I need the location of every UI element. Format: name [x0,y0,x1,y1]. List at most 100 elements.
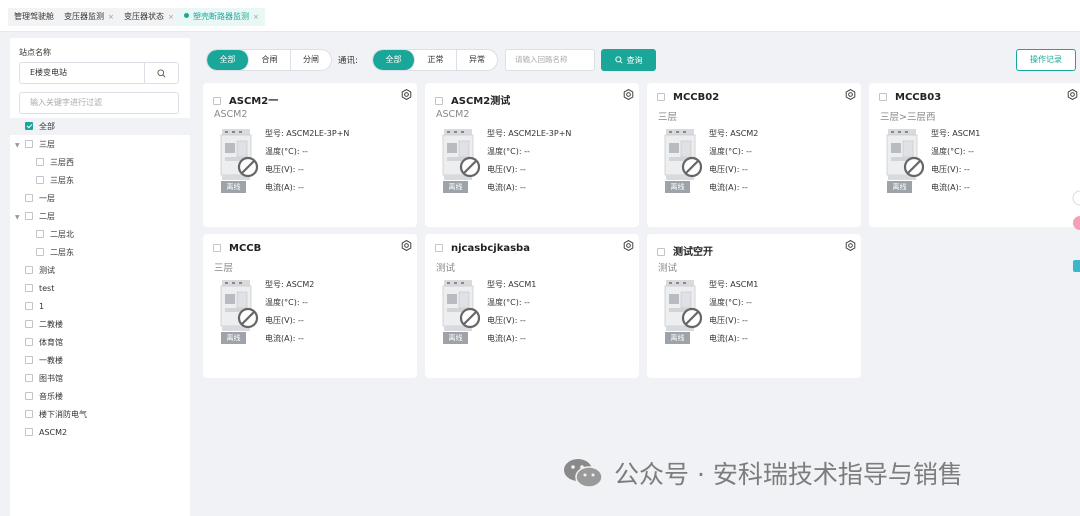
card-settings-button[interactable] [845,240,856,254]
checkbox[interactable] [435,244,443,252]
card-settings-button[interactable] [1067,89,1078,103]
checkbox[interactable] [25,410,33,418]
checkbox[interactable] [879,93,887,101]
card-settings-button[interactable] [845,89,856,103]
comm-filter-normal[interactable]: 正常 [415,50,457,70]
float-app-icon[interactable] [1072,258,1080,274]
checkbox[interactable] [36,230,44,238]
checkbox[interactable] [25,194,33,202]
tree-item-floor2[interactable]: ▼ 二层 [15,208,55,225]
field-value: -- [746,298,752,307]
gear-icon[interactable] [845,89,856,100]
checkbox[interactable] [36,176,44,184]
breaker-card[interactable]: 测试空开 测试 离线 型号: ASCM1 温度(°C): -- 电压(V): -… [647,234,861,378]
checkbox[interactable] [25,302,33,310]
checkbox[interactable] [435,97,443,105]
comm-filter-all[interactable]: 全部 [373,50,415,70]
field-label: 电压(V): [265,165,296,174]
tab-mccb-monitor[interactable]: 塑壳断路器监测 × [178,8,265,26]
checkbox[interactable] [25,374,33,382]
gear-icon[interactable] [845,240,856,251]
tree-item-test-cn[interactable]: 测试 [25,262,55,279]
tree-item-teaching2[interactable]: 二教楼 [25,316,63,333]
card-settings-button[interactable] [401,89,412,103]
card-settings-button[interactable] [623,240,634,254]
tree-item-test[interactable]: test [25,280,54,297]
gear-icon[interactable] [401,89,412,100]
tree-item-floor3-east[interactable]: 三层东 [36,172,74,189]
breaker-card[interactable]: MCCB 三层 离线 型号: ASCM2 温度(°C): -- 电压(V): -… [203,234,417,378]
checkbox[interactable] [213,97,221,105]
gear-icon[interactable] [1067,89,1078,100]
float-tool-icon[interactable] [1072,190,1080,206]
tab-close-icon[interactable]: × [253,13,259,21]
tree-item-teaching1[interactable]: 一教楼 [25,352,63,369]
tab-transformer-status[interactable]: 变压器状态 × [118,8,180,26]
field-value: -- [297,165,304,174]
gear-icon[interactable] [623,89,634,100]
switch-filter-closed[interactable]: 合闸 [249,50,291,70]
tree-item-floor3[interactable]: ▼ 三层 [15,136,55,153]
breaker-card[interactable]: MCCB02 三层 离线 型号: ASCM2 温度(°C): -- 电压(V):… [647,83,861,227]
card-title-text: 测试空开 [673,247,713,258]
tree-item-all[interactable]: 全部 [10,118,190,135]
card-settings-button[interactable] [623,89,634,103]
tree-item-library[interactable]: 图书馆 [25,370,63,387]
card-location: 测试 [436,263,456,274]
tree-item-fire-electric[interactable]: 楼下消防电气 [25,406,87,423]
status-badge: 离线 [443,332,468,344]
checkbox[interactable] [25,122,33,130]
tree-item-floor3-west[interactable]: 三层西 [36,154,74,171]
tab-close-icon[interactable]: × [108,13,114,21]
tree-item-floor2-north[interactable]: 二层北 [36,226,74,243]
checkbox[interactable] [25,338,33,346]
checkbox[interactable] [25,140,33,148]
checkbox[interactable] [36,248,44,256]
tree-item-ascm2[interactable]: ASCM2 [25,424,67,441]
tab-close-icon[interactable]: × [168,13,174,21]
tab-cockpit[interactable]: 管理驾驶舱 [8,8,60,26]
comm-filter-abnormal[interactable]: 异常 [457,50,497,70]
tree-item-1[interactable]: 1 [25,298,44,315]
tree-item-floor1[interactable]: 一层 [25,190,55,207]
breaker-card[interactable]: MCCB03 三层>三层西 离线 型号: ASCM1 温度(°C): -- 电压… [869,83,1080,227]
tree-filter-input[interactable]: 输入关键字进行过滤 [19,92,179,114]
switch-filter-open[interactable]: 分闸 [291,50,331,70]
voltage-field: 电压(V): -- [487,164,526,175]
tree-item-floor2-east[interactable]: 二层东 [36,244,74,261]
gear-icon[interactable] [623,240,634,251]
tab-label: 管理驾驶舱 [14,12,54,21]
checkbox[interactable] [25,284,33,292]
breaker-card[interactable]: ASCM2测试 ASCM2 离线 型号: ASCM2LE-3P+N 温度(°C)… [425,83,639,227]
tree-item-music[interactable]: 音乐楼 [25,388,63,405]
circuit-search-input[interactable]: 请输入回路名称 [505,49,595,71]
switch-filter-all[interactable]: 全部 [207,50,249,70]
field-label: 温度(°C): [265,147,300,156]
breaker-card[interactable]: ASCM2一 ASCM2 离线 型号: ASCM2LE-3P+N 温度(°C):… [203,83,417,227]
checkbox[interactable] [36,158,44,166]
checkbox[interactable] [25,212,33,220]
temperature-field: 温度(°C): -- [265,297,308,308]
checkbox[interactable] [25,428,33,436]
breaker-card[interactable]: njcasbcjkasba 测试 离线 型号: ASCM1 温度(°C): --… [425,234,639,378]
field-label: 温度(°C): [709,147,744,156]
checkbox[interactable] [213,244,221,252]
caret-down-icon[interactable]: ▼ [15,209,25,226]
caret-down-icon[interactable]: ▼ [15,137,25,154]
card-settings-button[interactable] [401,240,412,254]
tree-item-gym[interactable]: 体育馆 [25,334,63,351]
checkbox[interactable] [657,93,665,101]
checkbox[interactable] [657,248,665,256]
checkbox[interactable] [25,320,33,328]
tab-transformer-monitor[interactable]: 变压器监测 × [58,8,120,26]
checkbox[interactable] [25,392,33,400]
checkbox[interactable] [25,356,33,364]
station-search-button[interactable] [145,62,179,84]
station-select[interactable]: E楼变电站 [19,62,145,84]
station-label: 站点名称 [19,48,51,57]
operation-log-button[interactable]: 操作记录 [1016,49,1076,71]
float-chat-icon[interactable] [1072,215,1080,231]
checkbox[interactable] [25,266,33,274]
query-button[interactable]: 查询 [601,49,656,71]
gear-icon[interactable] [401,240,412,251]
